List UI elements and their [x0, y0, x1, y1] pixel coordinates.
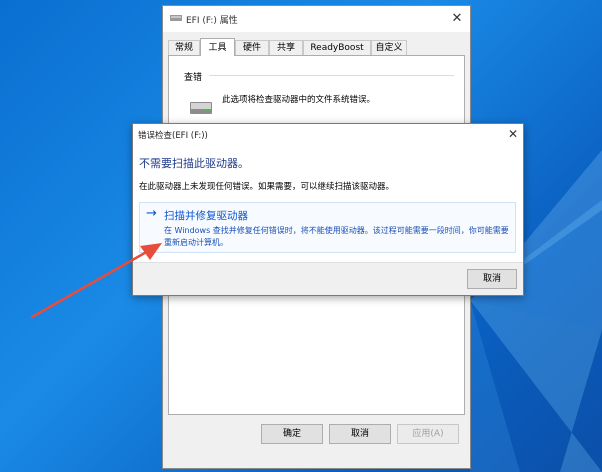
dialog-cancel-button[interactable]: 取消: [467, 269, 517, 289]
dialog-close-icon[interactable]: ✕: [505, 126, 521, 142]
tab-general[interactable]: 常规: [168, 40, 200, 55]
dialog-footer-divider: [133, 262, 523, 263]
dialog-subtext: 在此驱动器上未发现任何错误。如果需要，可以继续扫描该驱动器。: [139, 182, 395, 192]
error-check-description: 此选项将检查驱动器中的文件系统错误。: [222, 95, 376, 105]
apply-button[interactable]: 应用(A): [397, 424, 459, 444]
scan-and-repair-description: 在 Windows 查找并修复任何错误时，将不能使用驱动器。该过程可能需要一段时…: [164, 226, 509, 247]
drive-icon: [170, 15, 182, 21]
hard-drive-icon: [190, 102, 212, 114]
dialog-heading: 不需要扫描此驱动器。: [139, 157, 249, 170]
group-divider: [209, 75, 454, 76]
tab-customize[interactable]: 自定义: [371, 40, 407, 55]
properties-title: EFI (F:) 属性: [186, 16, 238, 26]
ok-button[interactable]: 确定: [261, 424, 323, 444]
tab-sharing[interactable]: 共享: [269, 40, 303, 55]
dialog-title: 错误检查(EFI (F:)): [138, 131, 208, 141]
arrow-right-icon: →: [146, 206, 157, 221]
cancel-button[interactable]: 取消: [329, 424, 391, 444]
error-check-group-label: 查错: [184, 73, 203, 83]
tab-readyboost[interactable]: ReadyBoost: [303, 40, 371, 55]
properties-titlebar: EFI (F:) 属性 ✕: [163, 6, 470, 32]
dialog-body: 不需要扫描此驱动器。 在此驱动器上未发现任何错误。如果需要，可以继续扫描该驱动器…: [133, 144, 523, 262]
dialog-titlebar: 错误检查(EFI (F:)) ✕: [133, 124, 523, 144]
tab-tools[interactable]: 工具: [200, 38, 235, 56]
close-icon[interactable]: ✕: [448, 10, 466, 28]
scan-and-repair-link[interactable]: → 扫描并修复驱动器 在 Windows 查找并修复任何错误时，将不能使用驱动器…: [139, 202, 516, 253]
error-check-dialog: 错误检查(EFI (F:)) ✕ 不需要扫描此驱动器。 在此驱动器上未发现任何错…: [132, 123, 524, 296]
scan-and-repair-title: 扫描并修复驱动器: [164, 210, 248, 222]
tab-hardware[interactable]: 硬件: [235, 40, 269, 55]
